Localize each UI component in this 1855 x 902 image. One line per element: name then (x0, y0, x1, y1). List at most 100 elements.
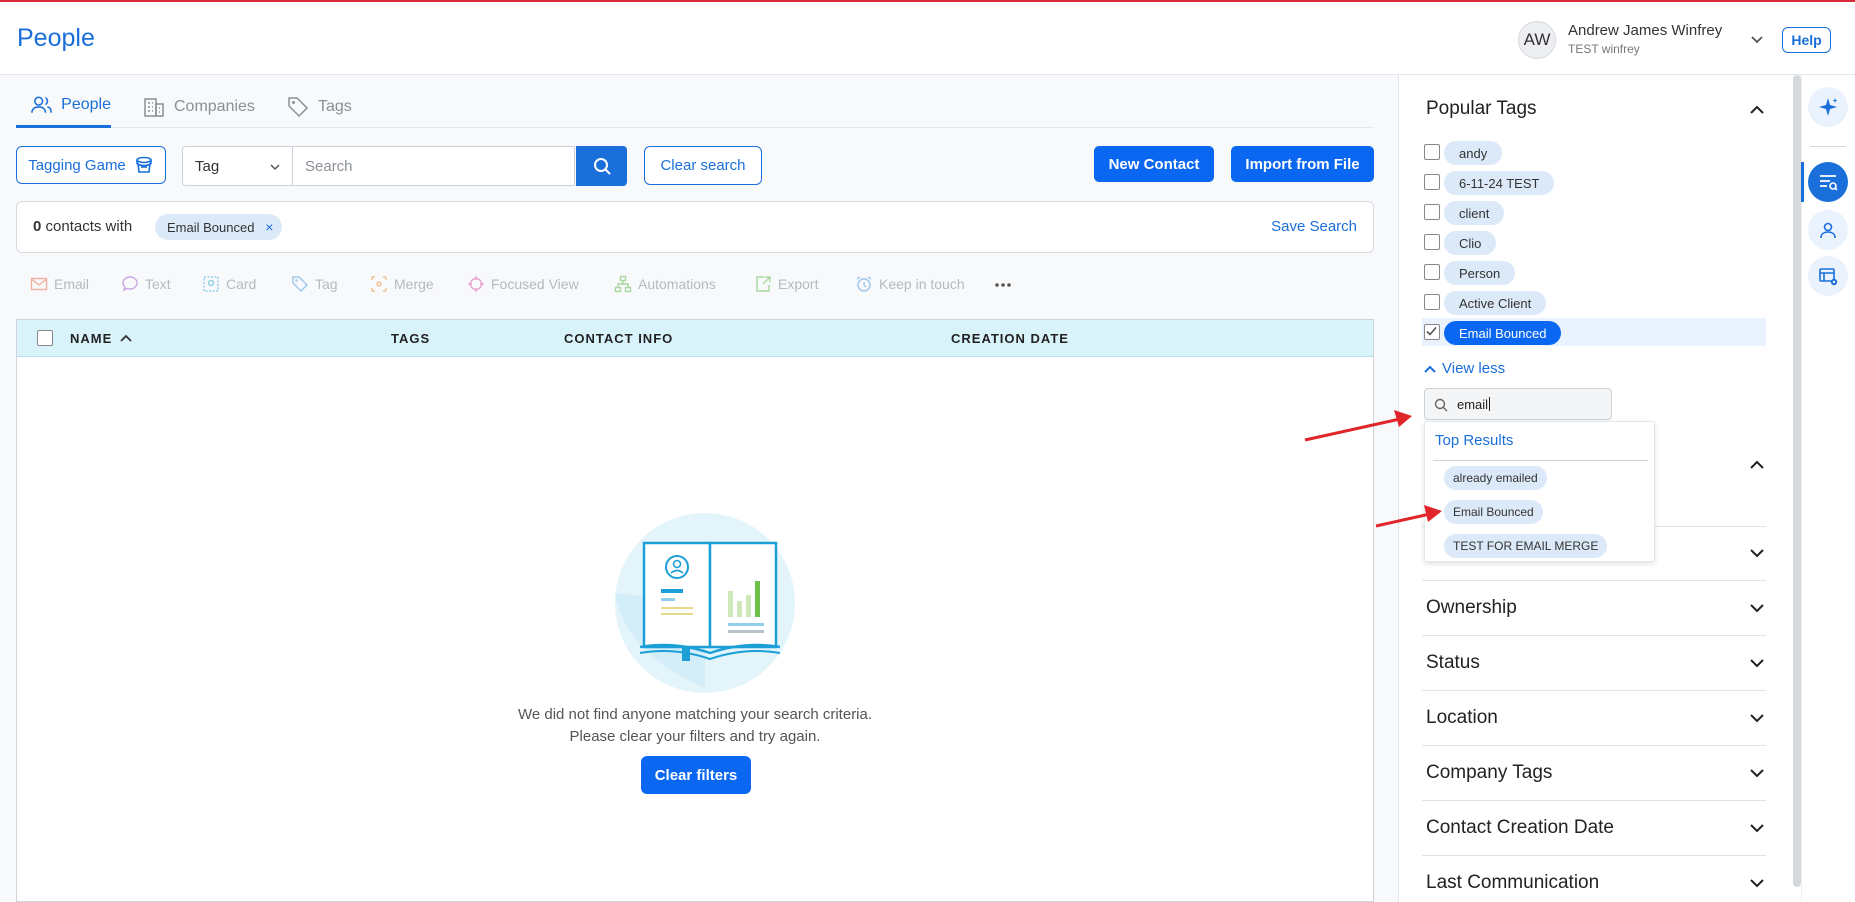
section-company-tags[interactable]: Company Tags (1426, 762, 1552, 784)
help-button[interactable]: Help (1782, 27, 1831, 53)
action-automations[interactable]: Automations (614, 275, 716, 293)
column-tags[interactable]: TAGS (391, 331, 430, 346)
tag-option[interactable]: Person (1422, 258, 1766, 286)
save-search-link[interactable]: Save Search (1271, 218, 1357, 235)
tag-pill: client (1444, 201, 1505, 225)
section-contact-creation-date[interactable]: Contact Creation Date (1426, 817, 1614, 839)
view-settings-button[interactable] (1808, 256, 1848, 296)
action-text[interactable]: Text (121, 275, 171, 293)
column-creation-date[interactable]: CREATION DATE (951, 331, 1069, 346)
tab-companies[interactable]: Companies (142, 85, 255, 128)
more-icon (995, 283, 1011, 287)
tag-checkbox[interactable] (1424, 234, 1440, 250)
mail-icon (30, 277, 48, 291)
search-icon (593, 158, 611, 175)
chevron-down-icon[interactable] (1748, 30, 1766, 48)
section-status[interactable]: Status (1426, 652, 1480, 674)
action-email[interactable]: Email (30, 275, 89, 293)
tag-pill: Active Client (1444, 291, 1547, 315)
chevron-down-icon[interactable] (1748, 819, 1766, 837)
search-input[interactable] (292, 146, 575, 186)
tag-option[interactable]: client (1422, 198, 1766, 226)
section-ownership[interactable]: Ownership (1426, 597, 1517, 619)
tag-checkbox[interactable] (1424, 264, 1440, 280)
filter-type-select[interactable]: Tag (182, 146, 292, 186)
person-icon (1820, 222, 1836, 239)
action-card[interactable]: Card (202, 275, 256, 293)
sidebar-scrollbar[interactable] (1793, 75, 1801, 887)
close-icon[interactable]: × (265, 219, 273, 235)
ai-assistant-button[interactable] (1808, 87, 1848, 127)
tag-checkbox[interactable] (1424, 144, 1440, 160)
section-last-communication[interactable]: Last Communication (1426, 872, 1599, 894)
more-actions-button[interactable] (993, 275, 1013, 293)
section-divider (1422, 855, 1766, 856)
import-from-file-button[interactable]: Import from File (1231, 146, 1374, 182)
search-icon (1434, 398, 1448, 412)
tab-people[interactable]: People (16, 85, 111, 128)
tab-label: Tags (318, 97, 352, 115)
section-divider (1422, 635, 1766, 636)
column-contact-info[interactable]: CONTACT INFO (564, 331, 673, 346)
user-name[interactable]: Andrew James Winfrey (1568, 22, 1722, 39)
chevron-up-icon[interactable] (1748, 101, 1766, 119)
section-divider (1422, 690, 1766, 691)
dropdown-result[interactable]: TEST FOR EMAIL MERGE (1444, 534, 1608, 558)
action-label: Email (54, 276, 90, 292)
chevron-up-icon[interactable] (1748, 456, 1766, 474)
dropdown-result[interactable]: Email Bounced (1444, 500, 1543, 524)
tag-checkbox[interactable] (1424, 174, 1440, 190)
tab-label: Companies (174, 97, 255, 115)
chevron-down-icon[interactable] (1748, 544, 1766, 562)
chevron-down-icon[interactable] (1748, 654, 1766, 672)
building-icon (144, 97, 164, 117)
action-label: Automations (638, 276, 716, 292)
tag-option[interactable]: Clio (1422, 228, 1766, 256)
action-export[interactable]: Export (754, 275, 818, 293)
filter-search-panel-button[interactable] (1808, 162, 1848, 202)
dropdown-result[interactable]: already emailed (1444, 466, 1547, 490)
search-button[interactable] (576, 146, 627, 186)
automation-icon (614, 275, 632, 293)
chevron-down-icon[interactable] (1748, 709, 1766, 727)
chevron-down-icon[interactable] (1748, 874, 1766, 892)
dropdown-divider (1433, 460, 1648, 461)
action-tag[interactable]: Tag (291, 275, 338, 293)
alarm-icon (856, 276, 872, 292)
action-merge[interactable]: Merge (370, 275, 434, 293)
chevron-down-icon[interactable] (1748, 599, 1766, 617)
action-keep-in-touch[interactable]: Keep in touch (855, 275, 965, 293)
action-focused-view[interactable]: Focused View (467, 275, 579, 293)
tag-option[interactable]: andy (1422, 138, 1766, 166)
action-label: Text (145, 276, 171, 292)
column-name[interactable]: NAME (70, 331, 132, 346)
avatar[interactable]: AW (1518, 21, 1556, 59)
chevron-down-icon[interactable] (1748, 764, 1766, 782)
tag-option-selected[interactable]: Email Bounced (1422, 318, 1766, 346)
select-all-checkbox[interactable] (37, 330, 53, 346)
new-contact-button[interactable]: New Contact (1094, 146, 1214, 182)
rail-divider (1810, 146, 1846, 147)
empty-state-illustration (615, 513, 795, 693)
tag-checkbox[interactable] (1424, 294, 1440, 310)
clear-search-button[interactable]: Clear search (644, 146, 762, 185)
tagging-game-button[interactable]: Tagging Game (16, 146, 166, 184)
section-location[interactable]: Location (1426, 707, 1498, 729)
contact-panel-button[interactable] (1808, 210, 1848, 250)
text-cursor (1489, 397, 1491, 411)
people-icon (31, 96, 53, 113)
chevron-down-icon (270, 164, 280, 171)
view-less-link[interactable]: View less (1424, 360, 1505, 377)
tagging-game-label: Tagging Game (28, 156, 126, 174)
action-label: Merge (394, 276, 434, 292)
tag-option[interactable]: Active Client (1422, 288, 1766, 316)
tag-option[interactable]: 6-11-24 TEST (1422, 168, 1766, 196)
action-label: Focused View (491, 276, 579, 292)
clear-filters-button[interactable]: Clear filters (641, 756, 751, 794)
tag-checkbox-checked[interactable] (1424, 324, 1440, 340)
app-header: People AW Andrew James Winfrey TEST winf… (0, 2, 1855, 75)
tab-tags[interactable]: Tags (286, 85, 352, 128)
tag-search-input[interactable]: email (1424, 388, 1612, 420)
contact-count: 0 contacts with (33, 218, 132, 235)
tag-checkbox[interactable] (1424, 204, 1440, 220)
